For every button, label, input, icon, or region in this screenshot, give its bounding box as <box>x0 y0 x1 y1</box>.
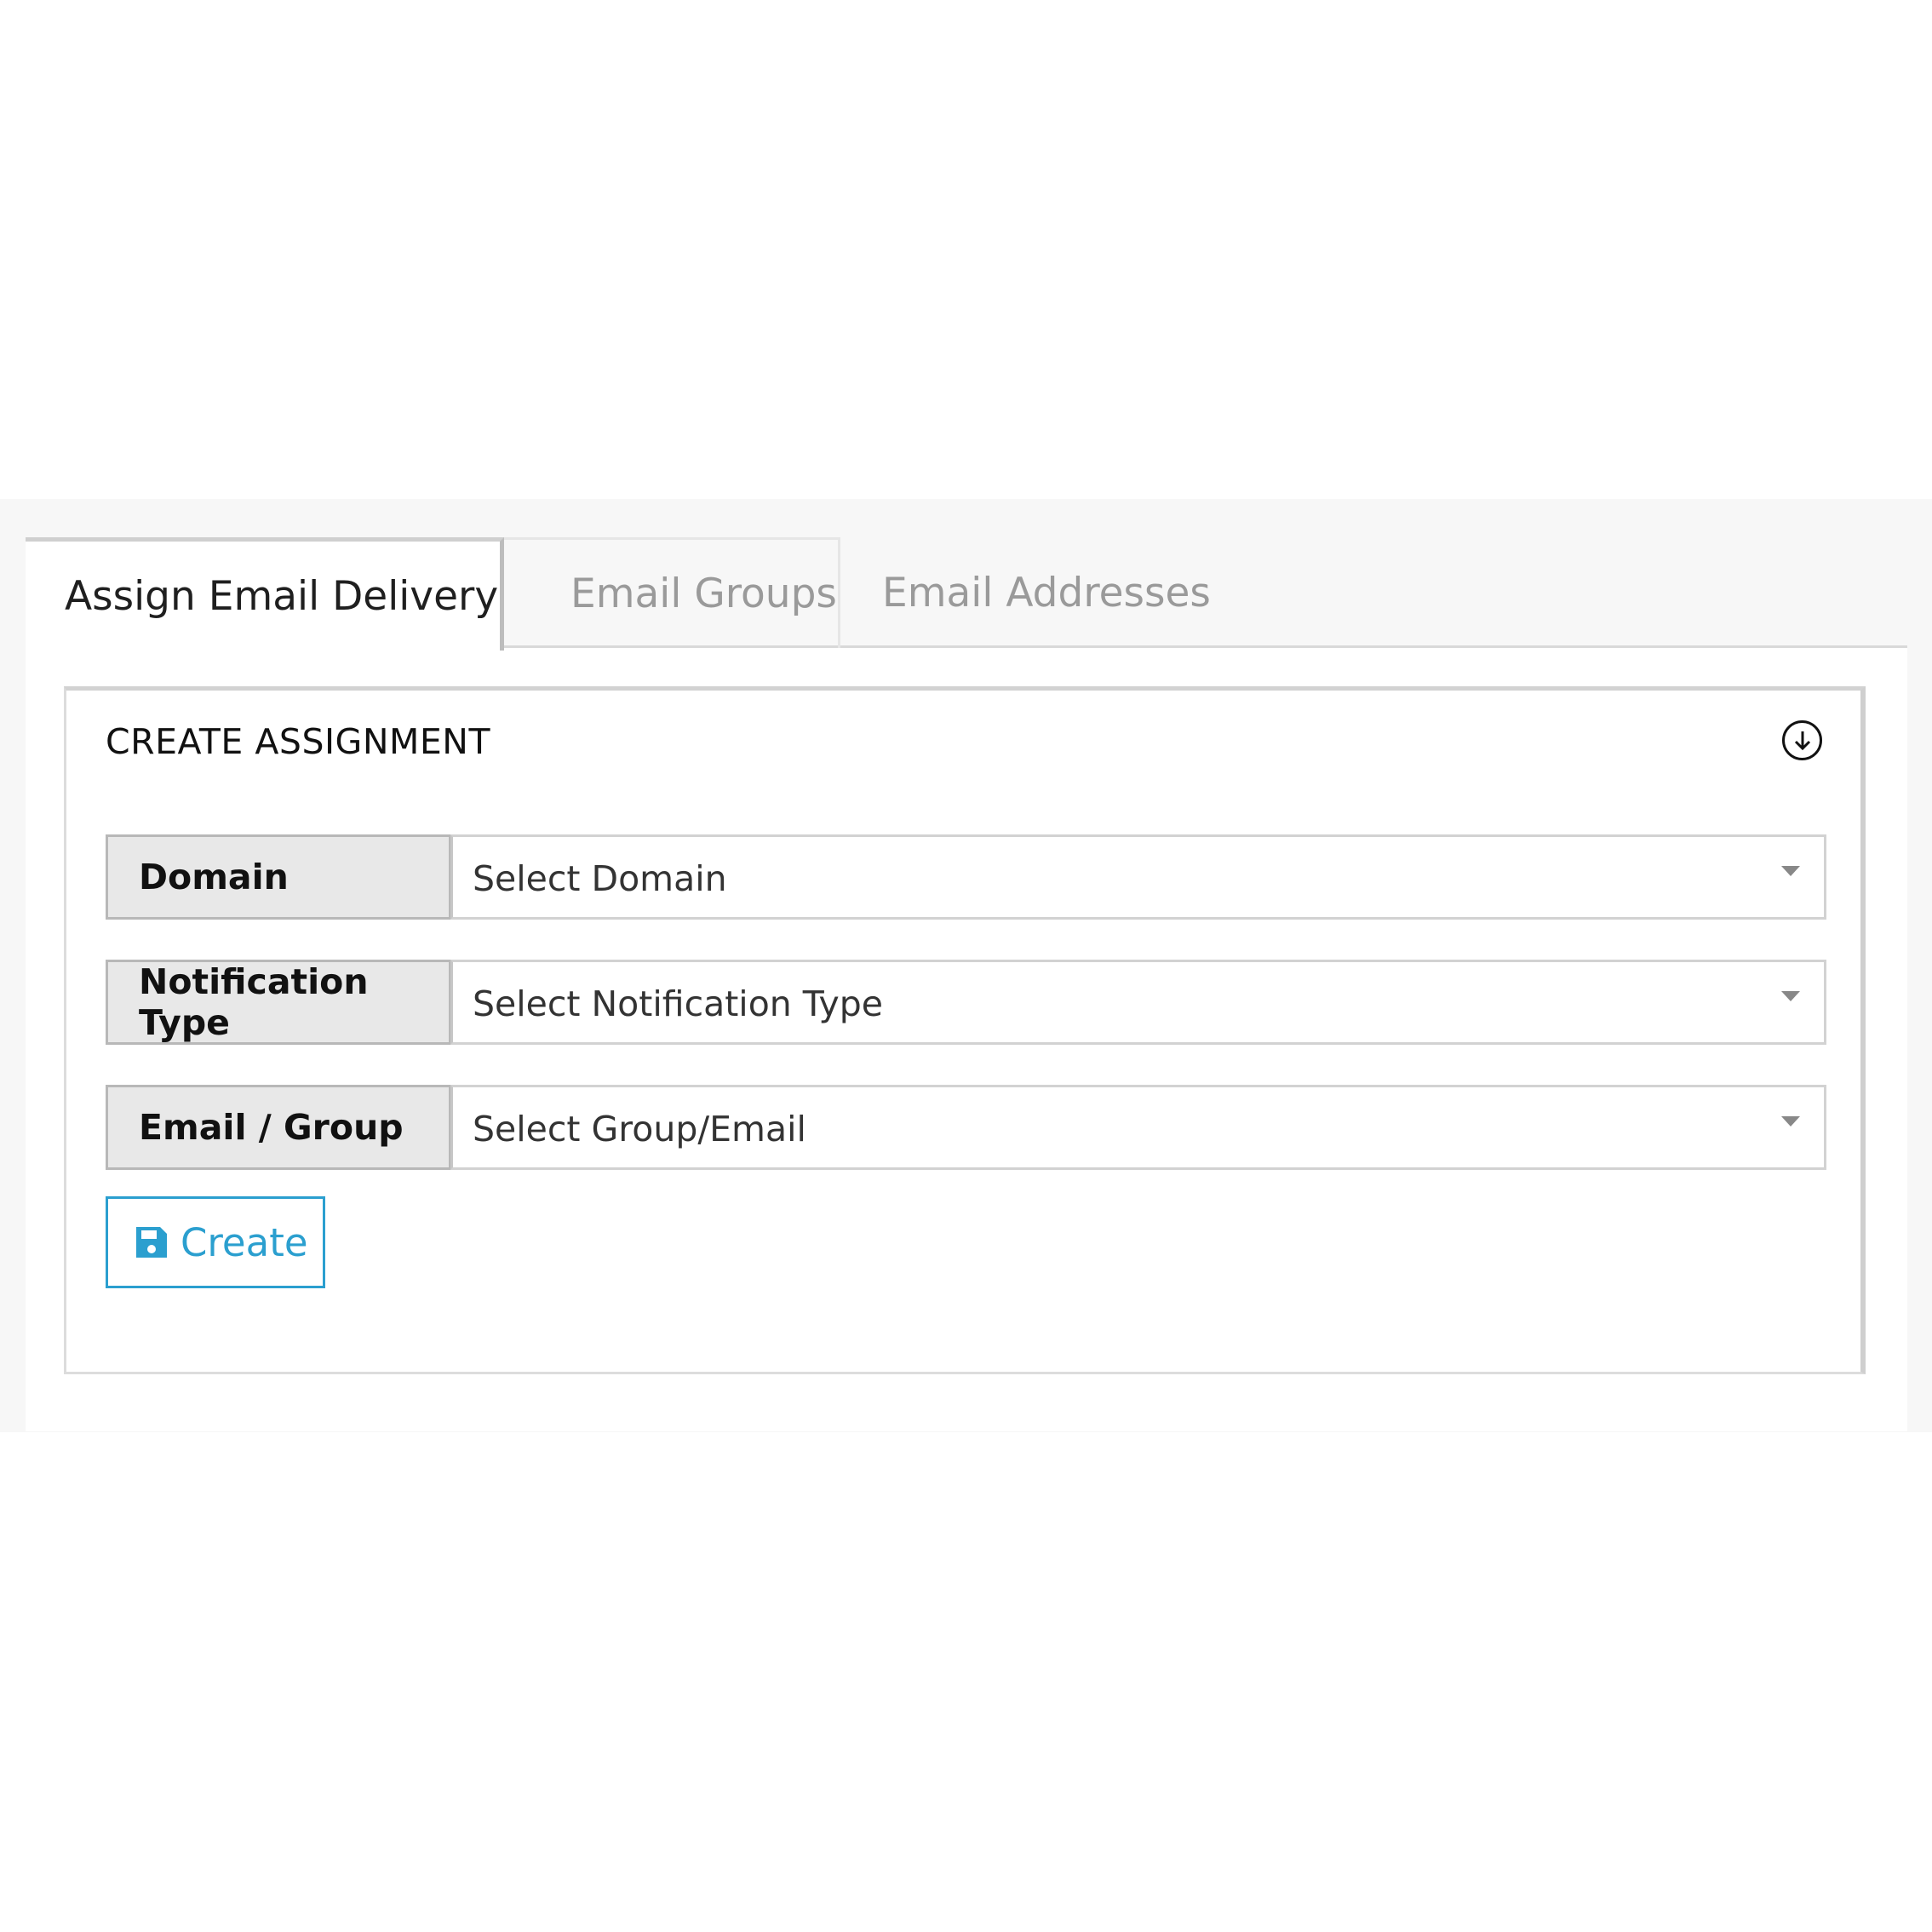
create-assignment-card: CREATE ASSIGNMENT Domain Select Domain N… <box>64 686 1866 1374</box>
email-group-row: Email / Group Select Group/Email <box>106 1085 1826 1170</box>
domain-select[interactable]: Select Domain <box>450 834 1826 920</box>
notification-type-select[interactable]: Select Notification Type <box>450 960 1826 1045</box>
collapse-toggle-button[interactable] <box>1782 720 1822 760</box>
domain-label: Domain <box>106 834 451 920</box>
tab-email-addresses[interactable]: Email Addresses <box>840 537 1211 648</box>
tab-label: Email Groups <box>570 570 837 617</box>
tab-label: Email Addresses <box>882 569 1211 616</box>
tab-bar: Assign Email Delivery Email Groups Email… <box>26 537 1907 651</box>
tab-assign-email-delivery[interactable]: Assign Email Delivery <box>26 537 504 651</box>
card-title: CREATE ASSIGNMENT <box>106 721 490 762</box>
arrow-down-circle-icon <box>1794 731 1810 750</box>
email-group-select[interactable]: Select Group/Email <box>450 1085 1826 1170</box>
chevron-down-icon <box>1781 1116 1800 1127</box>
notification-type-label: Notification Type <box>106 960 451 1045</box>
chevron-down-icon <box>1781 866 1800 876</box>
email-group-select-value: Select Group/Email <box>473 1109 806 1149</box>
notification-type-row: Notification Type Select Notification Ty… <box>106 960 1826 1045</box>
create-button-label: Create <box>181 1219 308 1265</box>
domain-select-value: Select Domain <box>473 858 727 899</box>
tab-panel: CREATE ASSIGNMENT Domain Select Domain N… <box>26 648 1907 1431</box>
email-group-label: Email / Group <box>106 1085 451 1170</box>
create-button[interactable]: Create <box>106 1196 325 1288</box>
tab-label: Assign Email Delivery <box>65 572 499 620</box>
notification-type-select-value: Select Notification Type <box>473 983 883 1024</box>
tab-email-groups[interactable]: Email Groups <box>504 537 840 648</box>
save-icon <box>136 1227 167 1258</box>
domain-row: Domain Select Domain <box>106 834 1826 920</box>
chevron-down-icon <box>1781 991 1800 1001</box>
